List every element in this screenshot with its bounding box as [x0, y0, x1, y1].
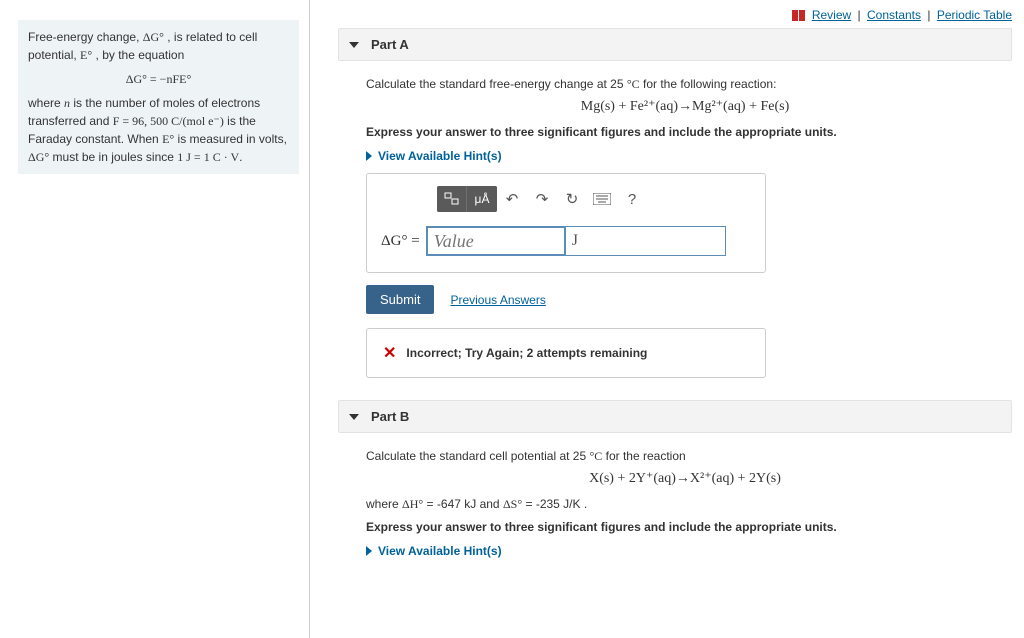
info-sym: ΔG°: [143, 30, 164, 44]
info-equation: ΔG° = −nFE°: [28, 70, 289, 88]
question-text: Calculate the standard cell potential at…: [366, 449, 1004, 464]
reaction-equation: X(s) + 2Y⁺(aq)→X²⁺(aq) + 2Y(s): [366, 470, 1004, 487]
info-sym: ΔG°: [28, 150, 49, 164]
caret-down-icon: [349, 42, 359, 48]
hints-label: View Available Hint(s): [378, 149, 502, 163]
triangle-right-icon: [366, 546, 372, 556]
submit-row: Submit Previous Answers: [366, 285, 1004, 314]
q-text-frag: for the reaction: [602, 449, 685, 463]
part-a-header[interactable]: Part A: [338, 28, 1012, 61]
instruction-text: Express your answer to three significant…: [366, 125, 1004, 139]
info-sym: E°: [162, 132, 174, 146]
info-box: Free-energy change, ΔG° , is related to …: [18, 20, 299, 174]
submit-button[interactable]: Submit: [366, 285, 434, 314]
incorrect-x-icon: ✕: [383, 343, 396, 363]
where-line: where ΔH° = -647 kJ and ΔS° = -235 J/K .: [366, 497, 1004, 512]
feedback-box: ✕ Incorrect; Try Again; 2 attempts remai…: [366, 328, 766, 378]
view-hints-link[interactable]: View Available Hint(s): [366, 149, 1004, 163]
previous-answers-link[interactable]: Previous Answers: [450, 293, 545, 307]
where-sym: ΔH°: [402, 497, 423, 511]
info-text: Free-energy change,: [28, 30, 143, 44]
units-input[interactable]: [566, 226, 726, 256]
q-text-sym: °C: [589, 449, 602, 463]
template-button[interactable]: [437, 186, 467, 212]
info-sym: F = 96, 500 C/(mol e⁻): [113, 114, 224, 128]
right-panel: Review | Constants | Periodic Table Part…: [310, 0, 1024, 638]
where-frag: where: [366, 497, 402, 511]
caret-down-icon: [349, 414, 359, 420]
redo-button[interactable]: ↷: [527, 186, 557, 212]
hints-label: View Available Hint(s): [378, 544, 502, 558]
info-text: .: [239, 150, 242, 164]
top-links: Review | Constants | Periodic Table: [338, 8, 1012, 22]
keyboard-button[interactable]: [587, 186, 617, 212]
where-frag: = -647 kJ and: [423, 497, 503, 511]
triangle-right-icon: [366, 151, 372, 161]
part-a-body: Calculate the standard free-energy chang…: [338, 77, 1012, 378]
flag-icon[interactable]: [792, 10, 806, 21]
q-text-sym: °C: [627, 77, 640, 91]
left-panel: Free-energy change, ΔG° , is related to …: [0, 0, 310, 638]
answer-toolbar: μÅ ↶ ↷ ↻ ?: [437, 186, 751, 212]
separator: |: [858, 8, 861, 22]
part-a-title: Part A: [371, 37, 409, 52]
where-sym: ΔS°: [503, 497, 522, 511]
q-text-frag: Calculate the standard cell potential at…: [366, 449, 589, 463]
undo-button[interactable]: ↶: [497, 186, 527, 212]
part-b-body: Calculate the standard cell potential at…: [338, 449, 1012, 558]
info-text: must be in joules since: [49, 150, 177, 164]
answer-box: μÅ ↶ ↷ ↻ ? ΔG° =: [366, 173, 766, 273]
view-hints-link[interactable]: View Available Hint(s): [366, 544, 1004, 558]
q-text-frag: Calculate the standard free-energy chang…: [366, 77, 627, 91]
periodic-table-link[interactable]: Periodic Table: [937, 8, 1012, 22]
units-button[interactable]: μÅ: [467, 186, 497, 212]
info-text: where: [28, 96, 64, 110]
constants-link[interactable]: Constants: [867, 8, 921, 22]
separator: |: [927, 8, 930, 22]
input-row: ΔG° =: [381, 226, 751, 256]
info-sym: 1 J = 1 C · V: [177, 150, 239, 164]
question-text: Calculate the standard free-energy chang…: [366, 77, 1004, 92]
info-text: is measured in volts,: [174, 132, 287, 146]
info-text: , by the equation: [92, 48, 184, 62]
q-text-frag: for the following reaction:: [640, 77, 777, 91]
toolbar-group: μÅ: [437, 186, 497, 212]
reset-button[interactable]: ↻: [557, 186, 587, 212]
part-b-header[interactable]: Part B: [338, 400, 1012, 433]
instruction-text: Express your answer to three significant…: [366, 520, 1004, 534]
feedback-text: Incorrect; Try Again; 2 attempts remaini…: [406, 346, 647, 360]
value-input[interactable]: [426, 226, 566, 256]
part-b-title: Part B: [371, 409, 409, 424]
info-sym: E°: [80, 48, 92, 62]
help-button[interactable]: ?: [617, 186, 647, 212]
review-link[interactable]: Review: [812, 8, 851, 22]
answer-label: ΔG° =: [381, 233, 420, 250]
reaction-equation: Mg(s) + Fe²⁺(aq)→Mg²⁺(aq) + Fe(s): [366, 98, 1004, 115]
where-frag: = -235 J/K .: [522, 497, 587, 511]
